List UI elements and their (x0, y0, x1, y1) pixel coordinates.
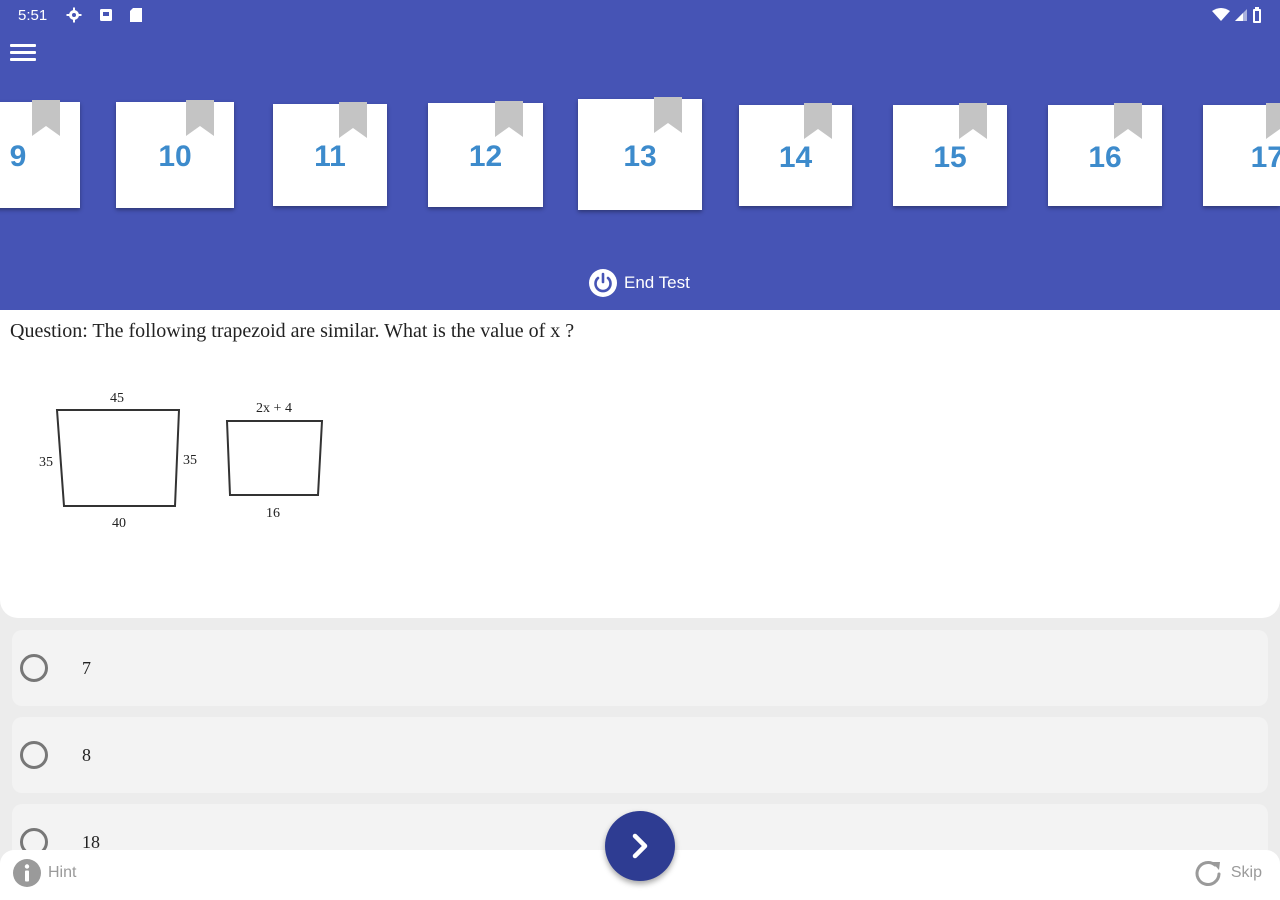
notification-icon (98, 7, 114, 23)
end-test-label: End Test (624, 273, 690, 292)
question-navigator: 9 10 11 12 13 14 15 16 17 (0, 96, 1280, 216)
question-card-17[interactable]: 17 (1203, 103, 1280, 206)
question-card-11[interactable]: 11 (273, 102, 387, 206)
bookmark-icon[interactable] (1266, 103, 1280, 139)
trapezoid-diagram: 45 35 35 40 2x + 4 16 (39, 391, 324, 531)
chevron-right-icon (632, 833, 648, 859)
battery-icon (1252, 7, 1262, 28)
question-number: 17 (1250, 140, 1280, 174)
bookmark-icon[interactable] (495, 101, 523, 137)
option-label: 8 (82, 744, 91, 765)
question-number: 16 (1088, 140, 1122, 174)
next-button[interactable] (605, 811, 675, 881)
top-header: 5:51 9 10 11 12 13 14 15 16 17 End Test (0, 0, 1280, 310)
sd-card-icon (128, 7, 144, 23)
hint-label: Hint (48, 864, 77, 881)
bookmark-icon[interactable] (959, 103, 987, 139)
trapezoid-2-top: 2x + 4 (256, 401, 292, 416)
bookmark-icon[interactable] (804, 103, 832, 139)
radio-button[interactable] (20, 741, 48, 769)
trapezoid-1-top: 45 (110, 391, 124, 406)
question-card-13-current[interactable]: 13 (578, 97, 702, 210)
bookmark-icon[interactable] (1114, 103, 1142, 139)
trapezoid-1-left: 35 (39, 455, 53, 470)
question-card-10[interactable]: 10 (116, 100, 234, 208)
hint-button[interactable]: Hint (12, 858, 76, 888)
end-test-button[interactable]: End Test (588, 266, 690, 300)
bookmark-icon[interactable] (654, 97, 682, 133)
settings-icon (66, 7, 82, 23)
question-card-14[interactable]: 14 (739, 103, 852, 206)
skip-icon (1195, 861, 1221, 886)
trapezoid-figure: 45 35 35 40 2x + 4 16 (30, 382, 350, 537)
question-number: 10 (158, 140, 192, 173)
question-number: 9 (9, 140, 27, 173)
power-icon (589, 269, 617, 297)
question-text: Question: The following trapezoid are si… (10, 320, 575, 342)
info-icon (13, 859, 41, 887)
answer-option-1[interactable]: 7 (12, 630, 1268, 706)
question-panel: Question: The following trapezoid are si… (0, 310, 1280, 618)
status-bar: 5:51 (0, 0, 1280, 32)
question-card-15[interactable]: 15 (893, 103, 1007, 206)
bookmark-icon[interactable] (186, 100, 214, 136)
skip-button[interactable]: Skip (1193, 858, 1262, 888)
answer-option-2[interactable]: 8 (12, 717, 1268, 793)
question-number: 11 (314, 140, 346, 173)
question-number: 15 (933, 140, 967, 174)
trapezoid-2 (225, 420, 324, 496)
trapezoid-1-right: 35 (183, 453, 197, 468)
trapezoid-1-bottom: 40 (112, 516, 126, 531)
question-card-12[interactable]: 12 (428, 101, 543, 207)
question-card-9[interactable]: 9 (0, 100, 80, 208)
bookmark-icon[interactable] (339, 102, 367, 138)
current-question-number: 13 (623, 139, 657, 173)
question-number: 14 (778, 140, 813, 174)
question-card-16[interactable]: 16 (1048, 103, 1162, 206)
trapezoid-2-bottom: 16 (266, 506, 280, 521)
signal-icon (1234, 8, 1248, 27)
skip-label: Skip (1230, 864, 1262, 881)
menu-icon[interactable] (10, 40, 36, 64)
wifi-icon (1212, 8, 1230, 27)
trapezoid-1 (55, 409, 181, 507)
radio-button[interactable] (20, 654, 48, 682)
option-label: 7 (82, 657, 91, 678)
status-time: 5:51 (18, 7, 48, 24)
bookmark-icon[interactable] (32, 100, 60, 136)
question-number: 12 (468, 140, 503, 173)
